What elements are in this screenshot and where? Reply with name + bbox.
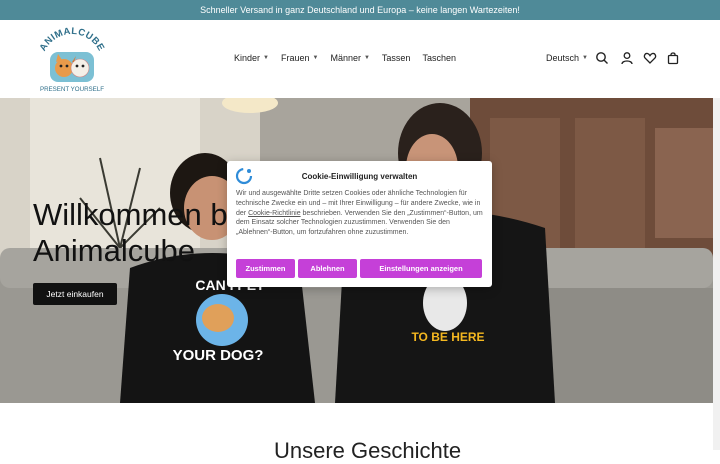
main-nav: Kinder ▼ Frauen ▼ Männer ▼ Tassen Taschen bbox=[234, 53, 456, 63]
chevron-down-icon: ▼ bbox=[263, 55, 269, 61]
announcement-text: Schneller Versand in ganz Deutschland un… bbox=[200, 5, 520, 15]
shop-now-button[interactable]: Jetzt einkaufen bbox=[33, 283, 117, 305]
story-heading: Unsere Geschichte bbox=[274, 438, 462, 463]
shirt-left-text-bottom: YOUR DOG? bbox=[173, 347, 264, 364]
nav-label: Kinder bbox=[234, 53, 261, 63]
nav-label: Tassen bbox=[381, 53, 411, 63]
reject-button[interactable]: Ablehnen bbox=[298, 259, 357, 278]
nav-item-kinder[interactable]: Kinder ▼ bbox=[234, 53, 269, 63]
nav-item-frauen[interactable]: Frauen ▼ bbox=[281, 53, 318, 63]
nav-item-maenner[interactable]: Männer ▼ bbox=[330, 53, 369, 63]
nav-label: Männer bbox=[330, 53, 361, 63]
logo-bottom-text: PRESENT YOURSELF bbox=[40, 86, 104, 93]
accept-button[interactable]: Zustimmen bbox=[236, 259, 295, 278]
show-settings-button[interactable]: Einstellungen anzeigen bbox=[360, 259, 482, 278]
nav-item-tassen[interactable]: Tassen bbox=[382, 53, 411, 63]
cookie-policy-link[interactable]: Cookie-Richtlinie bbox=[248, 210, 301, 217]
cookie-title: Cookie-Einwilligung verwalten bbox=[301, 172, 418, 181]
language-selector[interactable]: Deutsch ▼ bbox=[546, 53, 588, 63]
animalcube-logo[interactable]: ANIMALCUBE PRESENT YOURSELF bbox=[34, 24, 110, 94]
hero-title-line1-text: Willkommen bei bbox=[33, 197, 252, 232]
search-icon[interactable] bbox=[595, 51, 609, 65]
scrollbar[interactable] bbox=[713, 98, 720, 450]
hero-title-line2-text: Animalcube bbox=[33, 233, 195, 268]
chevron-down-icon: ▼ bbox=[312, 55, 319, 61]
cookie-body-text: Wir und ausgewählte Dritte setzen Cookie… bbox=[236, 189, 484, 238]
nav-label: Frauen bbox=[280, 53, 310, 63]
svg-text:ANIMALCUBE: ANIMALCUBE bbox=[38, 26, 107, 53]
nav-item-taschen[interactable]: Taschen bbox=[422, 53, 456, 63]
cookie-consent-dialog: Cookie-Einwilligung verwalten Wir und au… bbox=[227, 161, 492, 287]
cart-bag-icon[interactable] bbox=[666, 51, 680, 65]
announcement-bar: Schneller Versand in ganz Deutschland un… bbox=[0, 0, 720, 20]
chevron-down-icon: ▼ bbox=[363, 55, 370, 61]
account-icon[interactable] bbox=[620, 51, 634, 65]
chevron-down-icon: ▼ bbox=[582, 55, 588, 61]
nav-label: Taschen bbox=[422, 53, 456, 63]
logo-top-text: ANIMALCUBE bbox=[38, 26, 106, 53]
shirt-right-text: TO BE HERE bbox=[411, 330, 484, 344]
wishlist-heart-icon[interactable] bbox=[643, 51, 657, 65]
site-header: ANIMALCUBE PRESENT YOURSELF Kinder ▼ Frau… bbox=[0, 20, 720, 98]
language-label: Deutsch bbox=[546, 53, 580, 63]
